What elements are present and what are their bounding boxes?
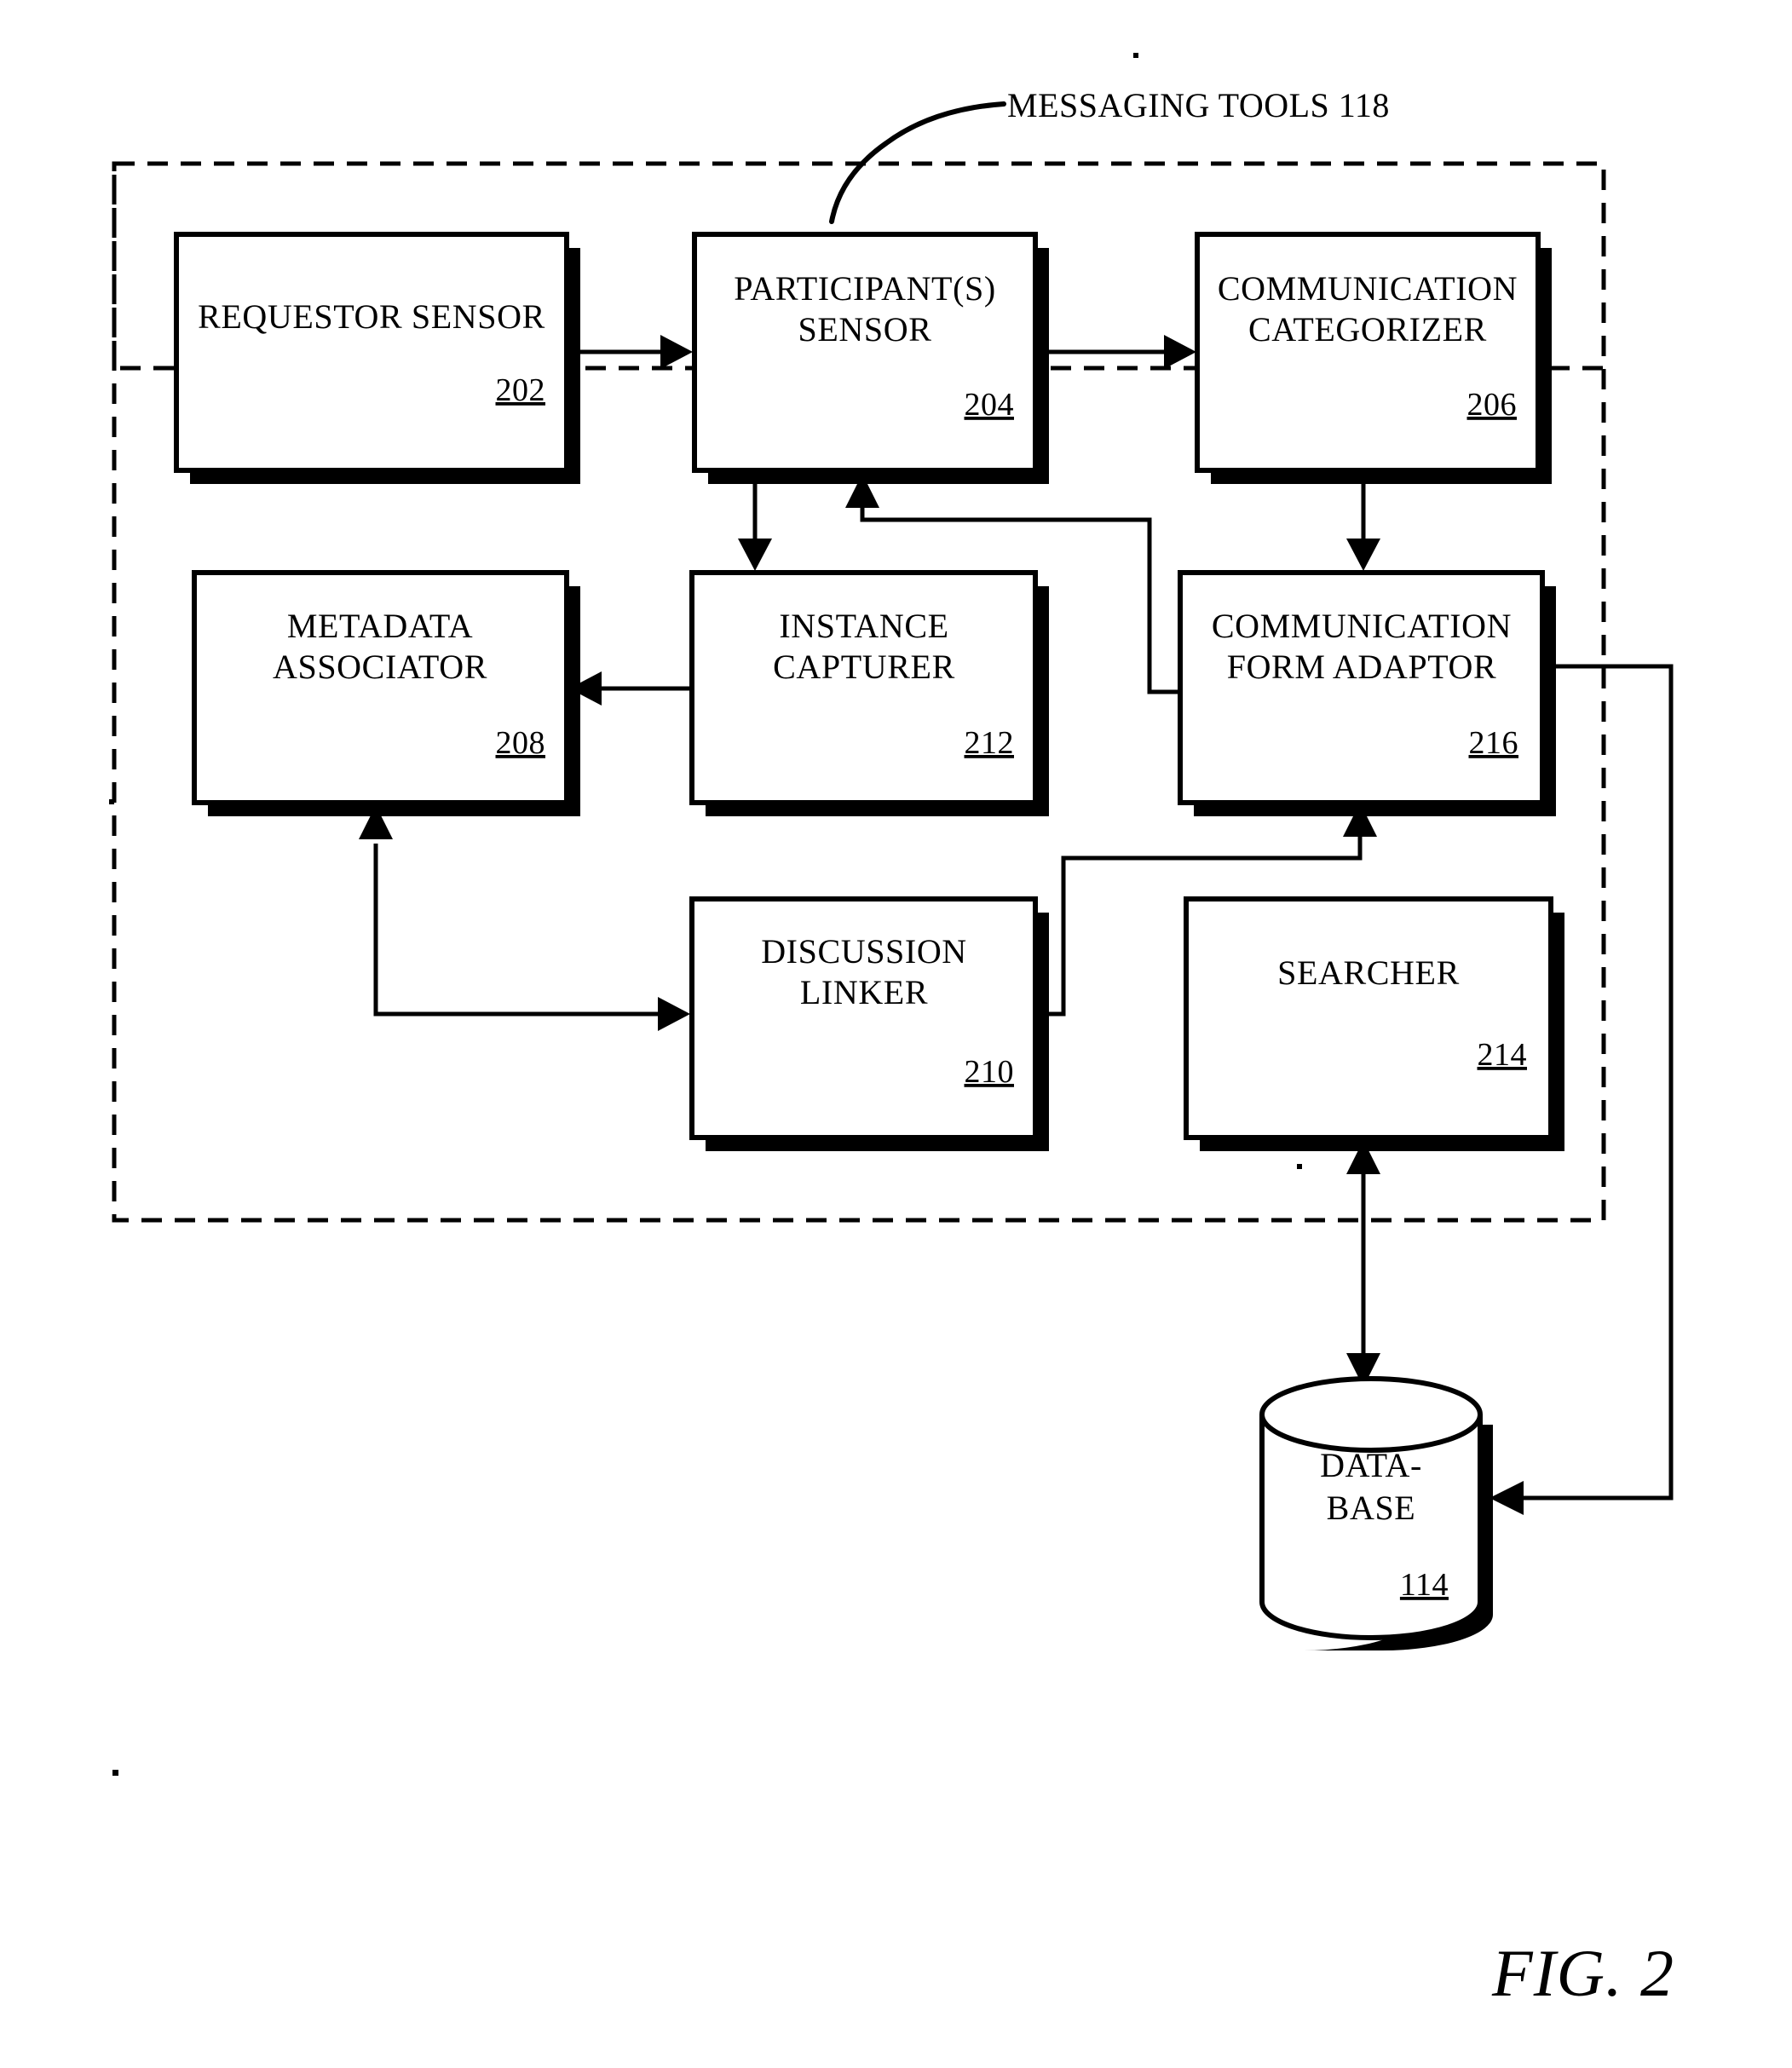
connector-participants-to-instance-capturer [738,484,772,571]
block-ref-number: 210 [965,1054,1015,1090]
block-instance-capturer: INSTANCE CAPTURER 212 [689,570,1049,816]
patent-figure: MESSAGING TOOLS 118 REQUESTOR SENSOR 202… [0,0,1792,2068]
block-ref-number: 206 [1467,387,1518,423]
connector-categorizer-to-form-adaptor [1346,484,1380,571]
block-communication-categorizer: COMMUNICATION CATEGORIZER 206 [1195,232,1552,484]
block-ref-number: 204 [965,387,1015,423]
block-label-line1: INSTANCE [779,607,948,645]
database-label-line1: DATA- [1320,1446,1422,1484]
scan-speck [1297,1164,1302,1169]
block-label-line2: SENSOR [798,310,932,349]
block-participants-sensor: PARTICIPANT(S) SENSOR 204 [692,232,1049,484]
database-cylinder: DATA- BASE 114 [1259,1376,1493,1650]
connector-metadata-associator-discussion-linker [359,805,690,1031]
block-label-line2: CAPTURER [773,648,955,686]
block-label-line1: PARTICIPANT(S) [734,269,996,308]
scan-speck [1133,53,1138,58]
cylinder-top [1259,1376,1483,1453]
connector-searcher-database [1346,1140,1380,1387]
block-discussion-linker: DISCUSSION LINKER 210 [689,896,1049,1151]
block-searcher: SEARCHER 214 [1184,896,1564,1151]
diagram-canvas: MESSAGING TOOLS 118 REQUESTOR SENSOR 202… [109,53,1674,2010]
block-requestor-sensor: REQUESTOR SENSOR 202 [174,232,580,484]
connector-participants-to-categorizer [1038,335,1196,369]
block-label-line1: DISCUSSION [761,932,967,971]
scan-speck [112,1770,118,1776]
block-communication-form-adaptor: COMMUNICATION FORM ADAPTOR 216 [1178,570,1556,816]
database-ref-number: 114 [1400,1567,1449,1603]
arrowhead [738,539,772,571]
block-label-line1: REQUESTOR SENSOR [198,297,545,336]
arrowhead [1164,335,1196,369]
figure-caption: FIG. 2 [1491,1936,1674,2010]
block-label-line2: LINKER [800,973,928,1011]
block-ref-number: 212 [965,725,1015,761]
block-label-line2: CATEGORIZER [1248,310,1487,349]
database-label-line2: BASE [1327,1489,1416,1527]
block-fill [1186,899,1551,1138]
block-fill [176,234,567,470]
arrowhead [1346,539,1380,571]
block-ref-number: 216 [1469,725,1519,761]
block-metadata-associator: METADATA ASSOCIATOR 208 [192,570,580,816]
arrowhead [1489,1481,1524,1515]
block-ref-number: 208 [496,725,546,761]
block-label-line2: FORM ADAPTOR [1227,648,1497,686]
block-ref-number: 214 [1478,1037,1528,1073]
boundary-label: MESSAGING TOOLS 118 [1007,86,1390,124]
block-label-line1: COMMUNICATION [1218,269,1518,308]
connector-instance-capturer-to-metadata-associator [569,671,689,706]
block-label-line1: METADATA [287,607,473,645]
arrowhead [658,997,690,1031]
block-label-line1: COMMUNICATION [1212,607,1512,645]
block-label-line1: SEARCHER [1277,953,1460,992]
connector-requestor-to-participants [569,335,693,369]
block-label-line2: ASSOCIATOR [273,648,487,686]
block-ref-number: 202 [496,372,546,408]
arrowhead [660,335,693,369]
